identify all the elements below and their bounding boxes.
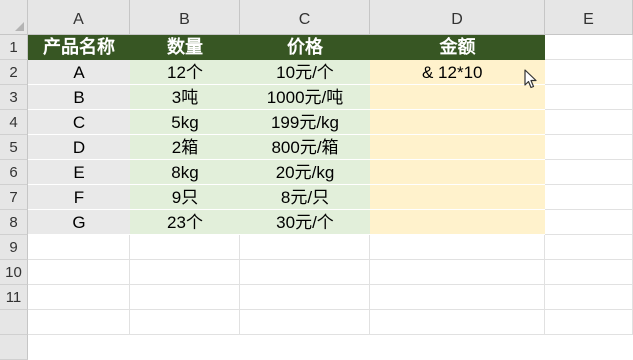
cell-e5[interactable]: [545, 135, 633, 160]
table-header-price[interactable]: 价格: [240, 35, 370, 60]
cell-c11[interactable]: [240, 285, 370, 310]
spreadsheet-grid: A B C D E 1 2 3 4 5 6 7 8 9 10 11 产品名称 数…: [0, 0, 633, 360]
cell-quantity[interactable]: 23个: [130, 210, 240, 235]
cell-e7[interactable]: [545, 185, 633, 210]
cell-quantity[interactable]: 12个: [130, 60, 240, 85]
cell-a10[interactable]: [28, 260, 130, 285]
cell-amount[interactable]: [370, 85, 545, 110]
cell-e11[interactable]: [545, 285, 633, 310]
column-header-c[interactable]: C: [240, 0, 370, 35]
cell-e1[interactable]: [545, 35, 633, 60]
cell-b12[interactable]: [130, 310, 240, 335]
row-header-13[interactable]: [0, 335, 28, 360]
row-header-12[interactable]: [0, 310, 28, 335]
cell-a12[interactable]: [28, 310, 130, 335]
cell-product[interactable]: B: [28, 85, 130, 110]
row-header-3[interactable]: 3: [0, 85, 28, 110]
cell-d10[interactable]: [370, 260, 545, 285]
row-header-10[interactable]: 10: [0, 260, 28, 285]
cell-amount-formula[interactable]: & 12*10: [370, 60, 545, 85]
cell-c10[interactable]: [240, 260, 370, 285]
cell-d9[interactable]: [370, 235, 545, 260]
column-header-a[interactable]: A: [28, 0, 130, 35]
cell-a11[interactable]: [28, 285, 130, 310]
column-header-e[interactable]: E: [545, 0, 633, 35]
select-all-button[interactable]: [0, 0, 28, 35]
table-header-amount[interactable]: 金额: [370, 35, 545, 60]
cell-e3[interactable]: [545, 85, 633, 110]
cell-e6[interactable]: [545, 160, 633, 185]
cell-product[interactable]: F: [28, 185, 130, 210]
cell-price[interactable]: 30元/个: [240, 210, 370, 235]
row-header-5[interactable]: 5: [0, 135, 28, 160]
cell-quantity[interactable]: 9只: [130, 185, 240, 210]
table-header-product[interactable]: 产品名称: [28, 35, 130, 60]
row-header-1[interactable]: 1: [0, 35, 28, 60]
column-header-d[interactable]: D: [370, 0, 545, 35]
cell-quantity[interactable]: 3吨: [130, 85, 240, 110]
cell-quantity[interactable]: 5kg: [130, 110, 240, 135]
row-header-9[interactable]: 9: [0, 235, 28, 260]
cell-product[interactable]: C: [28, 110, 130, 135]
cell-c9[interactable]: [240, 235, 370, 260]
cell-price[interactable]: 199元/kg: [240, 110, 370, 135]
cell-d12[interactable]: [370, 310, 545, 335]
cell-e8[interactable]: [545, 210, 633, 235]
cell-price[interactable]: 1000元/吨: [240, 85, 370, 110]
cell-e10[interactable]: [545, 260, 633, 285]
row-header-11[interactable]: 11: [0, 285, 28, 310]
column-header-b[interactable]: B: [130, 0, 240, 35]
table-header-quantity[interactable]: 数量: [130, 35, 240, 60]
cell-b11[interactable]: [130, 285, 240, 310]
cell-amount[interactable]: [370, 110, 545, 135]
row-header-2[interactable]: 2: [0, 60, 28, 85]
cell-price[interactable]: 8元/只: [240, 185, 370, 210]
cell-quantity[interactable]: 8kg: [130, 160, 240, 185]
cell-c12[interactable]: [240, 310, 370, 335]
cell-quantity[interactable]: 2箱: [130, 135, 240, 160]
cell-e4[interactable]: [545, 110, 633, 135]
cell-product[interactable]: G: [28, 210, 130, 235]
cell-amount[interactable]: [370, 135, 545, 160]
cell-price[interactable]: 20元/kg: [240, 160, 370, 185]
row-header-4[interactable]: 4: [0, 110, 28, 135]
row-header-8[interactable]: 8: [0, 210, 28, 235]
cell-b10[interactable]: [130, 260, 240, 285]
cell-amount[interactable]: [370, 185, 545, 210]
cell-e2[interactable]: [545, 60, 633, 85]
cell-amount[interactable]: [370, 210, 545, 235]
cell-a9[interactable]: [28, 235, 130, 260]
row-header-6[interactable]: 6: [0, 160, 28, 185]
cell-product[interactable]: E: [28, 160, 130, 185]
cell-price[interactable]: 10元/个: [240, 60, 370, 85]
mouse-pointer-icon: [524, 69, 537, 89]
row-header-7[interactable]: 7: [0, 185, 28, 210]
cell-d11[interactable]: [370, 285, 545, 310]
cell-product[interactable]: A: [28, 60, 130, 85]
cell-e9[interactable]: [545, 235, 633, 260]
cell-product[interactable]: D: [28, 135, 130, 160]
cell-price[interactable]: 800元/箱: [240, 135, 370, 160]
select-all-triangle-icon: [15, 22, 24, 31]
cell-b9[interactable]: [130, 235, 240, 260]
cell-e12[interactable]: [545, 310, 633, 335]
cell-amount[interactable]: [370, 160, 545, 185]
